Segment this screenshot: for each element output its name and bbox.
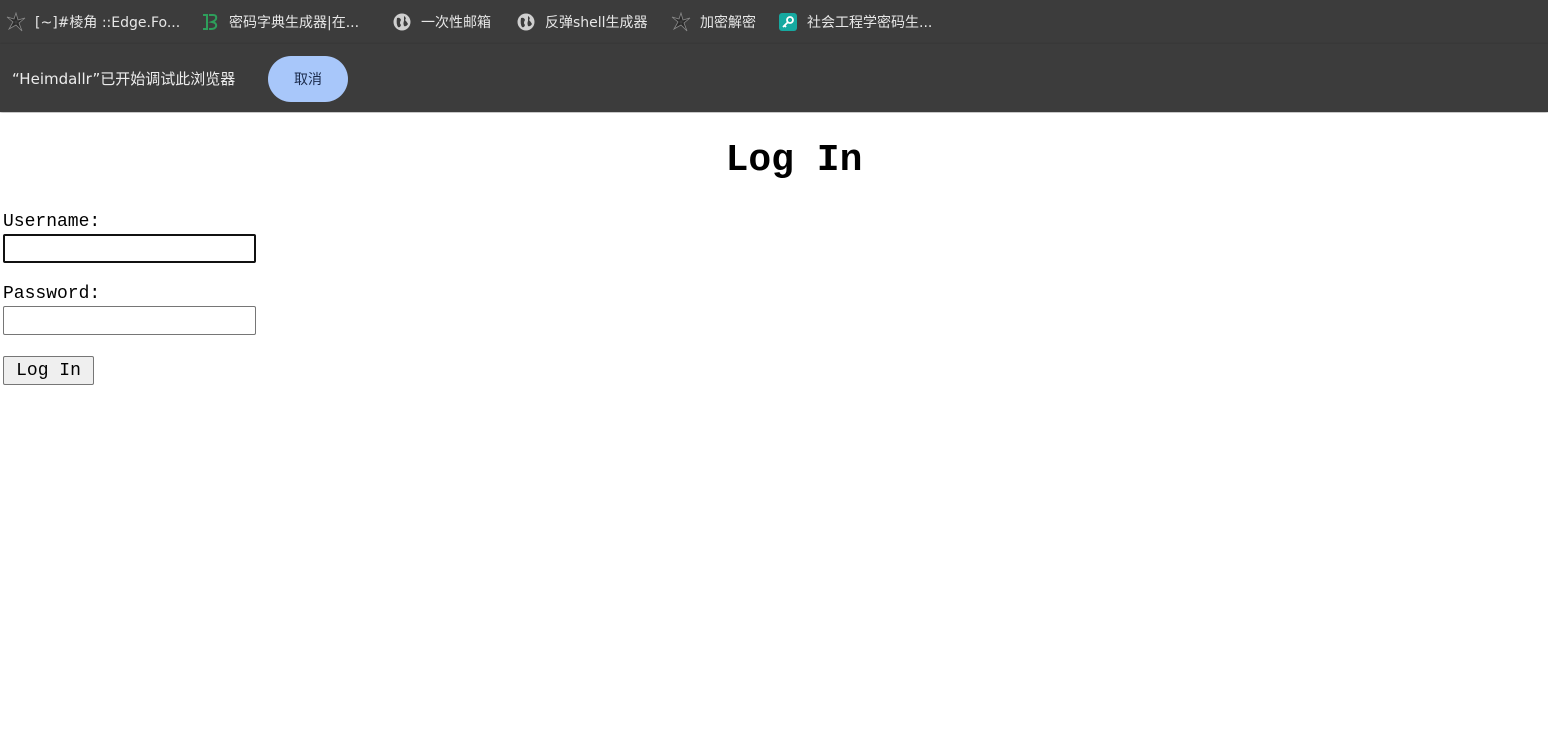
- login-submit-button[interactable]: Log In: [3, 356, 94, 385]
- bookmark-reverse-shell[interactable]: 反弹shell生成器: [516, 10, 648, 34]
- bookmark-label: 反弹shell生成器: [545, 15, 648, 31]
- ninja-star-icon: [671, 12, 691, 32]
- bookmarks-bar: [~]#棱角 ::Edge.Fo... 密码字典生成器|在... 一次性邮箱 反…: [0, 0, 1548, 44]
- page-content: Log In Username: Password: Log In: [0, 113, 1548, 734]
- page-title: Log In: [725, 139, 863, 182]
- bookmark-encrypt-decrypt[interactable]: 加密解密: [671, 10, 756, 34]
- bookmark-label: 密码字典生成器|在...: [229, 15, 360, 31]
- key-tile-icon: [778, 12, 798, 32]
- infobar-message: “Heimdallr”已开始调试此浏览器: [12, 70, 236, 88]
- globe-icon: [392, 12, 412, 32]
- ninja-star-icon: [6, 12, 26, 32]
- bookmark-password-dictionary[interactable]: 密码字典生成器|在...: [200, 10, 359, 34]
- bookmark-temp-mail[interactable]: 一次性邮箱: [392, 10, 491, 34]
- bookmark-social-engineering[interactable]: 社会工程学密码生...: [778, 10, 932, 34]
- green-b-logo-icon: [200, 12, 220, 32]
- password-input[interactable]: [3, 306, 256, 335]
- cancel-debugging-button[interactable]: 取消: [268, 56, 348, 102]
- globe-icon: [516, 12, 536, 32]
- username-input[interactable]: [3, 234, 256, 263]
- username-label: Username:: [3, 212, 101, 232]
- bookmark-label: 社会工程学密码生...: [807, 15, 933, 31]
- bookmark-label: [~]#棱角 ::Edge.Fo...: [35, 15, 181, 31]
- debugging-infobar: “Heimdallr”已开始调试此浏览器 取消: [0, 44, 1548, 112]
- password-label: Password:: [3, 284, 101, 304]
- bookmark-lengjiao[interactable]: [~]#棱角 ::Edge.Fo...: [6, 10, 180, 34]
- bookmark-label: 一次性邮箱: [421, 15, 491, 31]
- bookmark-label: 加密解密: [700, 15, 756, 31]
